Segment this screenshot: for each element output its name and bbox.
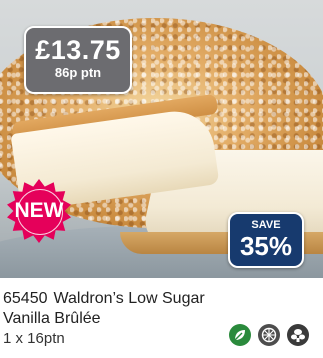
product-title[interactable]: 65450 Waldron’s Low Sugar: [3, 289, 321, 309]
product-name-line1: Waldron’s Low Sugar: [53, 290, 205, 307]
allergen-icon: [287, 324, 309, 346]
new-badge-label: NEW: [14, 199, 64, 222]
save-percentage: 35%: [239, 231, 293, 261]
dietary-icons: [229, 324, 313, 346]
product-card[interactable]: £13.75 86p ptn NEW SAVE 35% 65450 Waldron…: [0, 0, 323, 358]
price-badge: £13.75 86p ptn: [24, 26, 132, 94]
product-code: 65450: [3, 290, 48, 307]
price-per-portion: 86p ptn: [54, 65, 102, 80]
save-badge: SAVE 35%: [228, 212, 304, 268]
price-amount: £13.75: [35, 35, 121, 65]
product-image[interactable]: £13.75 86p ptn NEW SAVE 35%: [0, 0, 323, 278]
save-label: SAVE: [251, 219, 281, 231]
dietary-icon: [258, 324, 280, 346]
vegetarian-leaf-icon: [229, 324, 251, 346]
